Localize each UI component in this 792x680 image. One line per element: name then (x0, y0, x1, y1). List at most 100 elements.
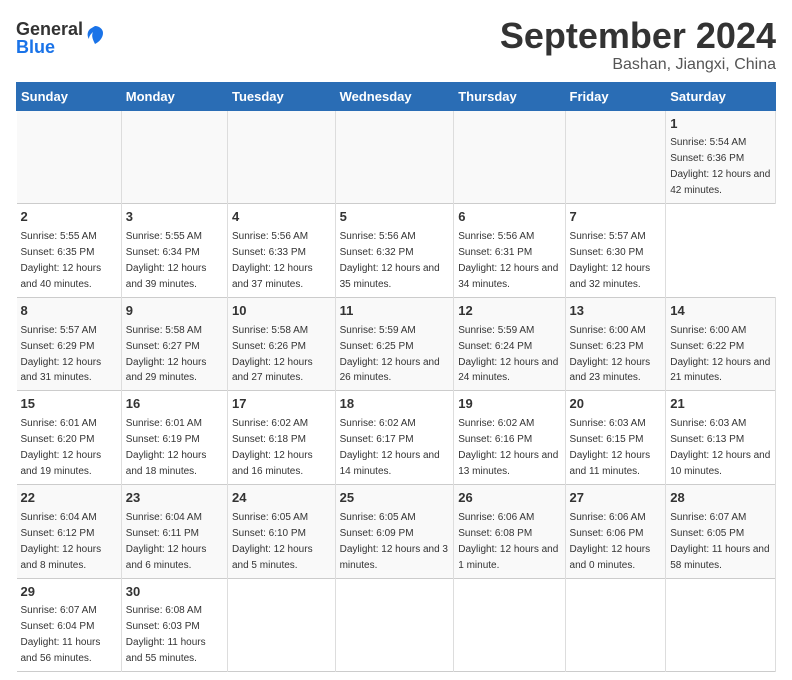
day-info: Sunrise: 6:05 AMSunset: 6:09 PMDaylight:… (340, 512, 448, 571)
day-info: Sunrise: 6:03 AMSunset: 6:15 PMDaylight:… (570, 418, 651, 477)
calendar-cell: 13 Sunrise: 6:00 AMSunset: 6:23 PMDayligh… (565, 297, 666, 391)
day-info: Sunrise: 6:04 AMSunset: 6:11 PMDaylight:… (126, 512, 207, 571)
calendar-cell: 5 Sunrise: 5:56 AMSunset: 6:32 PMDaylight… (335, 204, 454, 298)
calendar-cell: 12Sunrise: 5:59 AMSunset: 6:24 PMDayligh… (454, 297, 565, 391)
calendar-cell: 6 Sunrise: 5:56 AMSunset: 6:31 PMDaylight… (454, 204, 565, 298)
day-number: 1 (670, 115, 771, 134)
day-info: Sunrise: 6:01 AMSunset: 6:20 PMDaylight:… (21, 418, 102, 477)
col-monday: Monday (121, 82, 227, 110)
month-title: September 2024 (500, 16, 776, 56)
day-info: Sunrise: 6:01 AMSunset: 6:19 PMDaylight:… (126, 418, 207, 477)
day-info: Sunrise: 5:55 AMSunset: 6:35 PMDaylight:… (21, 231, 102, 290)
calendar-cell (227, 578, 335, 672)
calendar-cell: 29 Sunrise: 6:07 AMSunset: 6:04 PMDayligh… (17, 578, 122, 672)
calendar-cell: 2Sunrise: 5:55 AMSunset: 6:35 PMDaylight… (17, 204, 122, 298)
week-row-6: 29 Sunrise: 6:07 AMSunset: 6:04 PMDayligh… (17, 578, 776, 672)
day-info: Sunrise: 6:00 AMSunset: 6:22 PMDaylight:… (670, 325, 770, 384)
calendar-cell: 21Sunrise: 6:03 AMSunset: 6:13 PMDayligh… (666, 391, 776, 485)
calendar-cell (17, 110, 122, 204)
day-info: Sunrise: 6:07 AMSunset: 6:05 PMDaylight:… (670, 512, 769, 571)
calendar-cell: 30Sunrise: 6:08 AMSunset: 6:03 PMDayligh… (121, 578, 227, 672)
day-number: 18 (340, 395, 450, 414)
day-info: Sunrise: 6:05 AMSunset: 6:10 PMDaylight:… (232, 512, 313, 571)
calendar-cell: 7 Sunrise: 5:57 AMSunset: 6:30 PMDaylight… (565, 204, 666, 298)
calendar-cell: 16 Sunrise: 6:01 AMSunset: 6:19 PMDayligh… (121, 391, 227, 485)
day-number: 4 (232, 208, 331, 227)
calendar-cell (121, 110, 227, 204)
calendar-cell: 1 Sunrise: 5:54 AMSunset: 6:36 PMDaylight… (666, 110, 776, 204)
day-info: Sunrise: 5:56 AMSunset: 6:31 PMDaylight:… (458, 231, 558, 290)
calendar-cell: 15Sunrise: 6:01 AMSunset: 6:20 PMDayligh… (17, 391, 122, 485)
calendar-cell: 4 Sunrise: 5:56 AMSunset: 6:33 PMDaylight… (227, 204, 335, 298)
day-info: Sunrise: 5:58 AMSunset: 6:27 PMDaylight:… (126, 325, 207, 384)
day-number: 5 (340, 208, 450, 227)
day-info: Sunrise: 5:55 AMSunset: 6:34 PMDaylight:… (126, 231, 207, 290)
calendar-cell: 22 Sunrise: 6:04 AMSunset: 6:12 PMDayligh… (17, 484, 122, 578)
col-friday: Friday (565, 82, 666, 110)
week-row-3: 8Sunrise: 5:57 AMSunset: 6:29 PMDaylight… (17, 297, 776, 391)
logo: General Blue (16, 20, 105, 56)
day-number: 27 (570, 489, 662, 508)
calendar-cell (565, 578, 666, 672)
day-info: Sunrise: 5:58 AMSunset: 6:26 PMDaylight:… (232, 325, 313, 384)
day-info: Sunrise: 6:02 AMSunset: 6:18 PMDaylight:… (232, 418, 313, 477)
logo-blue: Blue (16, 38, 83, 56)
day-number: 26 (458, 489, 560, 508)
calendar-cell: 19 Sunrise: 6:02 AMSunset: 6:16 PMDayligh… (454, 391, 565, 485)
col-sunday: Sunday (17, 82, 122, 110)
calendar-cell: 11Sunrise: 5:59 AMSunset: 6:25 PMDayligh… (335, 297, 454, 391)
day-number: 13 (570, 302, 662, 321)
day-number: 30 (126, 583, 223, 602)
location: Bashan, Jiangxi, China (500, 56, 776, 74)
week-row-2: 2Sunrise: 5:55 AMSunset: 6:35 PMDaylight… (17, 204, 776, 298)
col-wednesday: Wednesday (335, 82, 454, 110)
calendar-cell: 25Sunrise: 6:05 AMSunset: 6:09 PMDayligh… (335, 484, 454, 578)
day-number: 23 (126, 489, 223, 508)
calendar-cell: 9Sunrise: 5:58 AMSunset: 6:27 PMDaylight… (121, 297, 227, 391)
day-info: Sunrise: 6:02 AMSunset: 6:16 PMDaylight:… (458, 418, 558, 477)
calendar-cell (227, 110, 335, 204)
day-number: 29 (21, 583, 117, 602)
day-info: Sunrise: 6:04 AMSunset: 6:12 PMDaylight:… (21, 512, 102, 571)
logo-general: General (16, 20, 83, 38)
day-number: 19 (458, 395, 560, 414)
day-info: Sunrise: 5:56 AMSunset: 6:33 PMDaylight:… (232, 231, 313, 290)
header: General Blue September 2024 Bashan, Jian… (16, 16, 776, 74)
day-info: Sunrise: 6:07 AMSunset: 6:04 PMDaylight:… (21, 605, 101, 664)
day-number: 7 (570, 208, 662, 227)
day-info: Sunrise: 5:54 AMSunset: 6:36 PMDaylight:… (670, 137, 770, 196)
header-row: Sunday Monday Tuesday Wednesday Thursday… (17, 82, 776, 110)
week-row-1: 1 Sunrise: 5:54 AMSunset: 6:36 PMDaylight… (17, 110, 776, 204)
logo-bird-icon (85, 24, 105, 48)
calendar-cell: 8Sunrise: 5:57 AMSunset: 6:29 PMDaylight… (17, 297, 122, 391)
day-info: Sunrise: 5:56 AMSunset: 6:32 PMDaylight:… (340, 231, 440, 290)
day-info: Sunrise: 5:57 AMSunset: 6:29 PMDaylight:… (21, 325, 102, 384)
calendar-cell: 3Sunrise: 5:55 AMSunset: 6:34 PMDaylight… (121, 204, 227, 298)
calendar-cell (565, 110, 666, 204)
calendar-cell (335, 578, 454, 672)
day-number: 6 (458, 208, 560, 227)
day-info: Sunrise: 5:57 AMSunset: 6:30 PMDaylight:… (570, 231, 651, 290)
week-row-5: 22 Sunrise: 6:04 AMSunset: 6:12 PMDayligh… (17, 484, 776, 578)
calendar-cell (335, 110, 454, 204)
calendar-cell: 28 Sunrise: 6:07 AMSunset: 6:05 PMDayligh… (666, 484, 776, 578)
day-info: Sunrise: 6:03 AMSunset: 6:13 PMDaylight:… (670, 418, 770, 477)
day-number: 16 (126, 395, 223, 414)
day-number: 17 (232, 395, 331, 414)
day-number: 11 (340, 302, 450, 321)
calendar-cell: 26Sunrise: 6:06 AMSunset: 6:08 PMDayligh… (454, 484, 565, 578)
day-info: Sunrise: 6:06 AMSunset: 6:06 PMDaylight:… (570, 512, 651, 571)
day-info: Sunrise: 6:00 AMSunset: 6:23 PMDaylight:… (570, 325, 651, 384)
calendar-cell: 10 Sunrise: 5:58 AMSunset: 6:26 PMDayligh… (227, 297, 335, 391)
calendar-cell (454, 578, 565, 672)
day-number: 10 (232, 302, 331, 321)
col-saturday: Saturday (666, 82, 776, 110)
day-number: 28 (670, 489, 771, 508)
col-thursday: Thursday (454, 82, 565, 110)
day-number: 22 (21, 489, 117, 508)
calendar-cell: 18Sunrise: 6:02 AMSunset: 6:17 PMDayligh… (335, 391, 454, 485)
calendar-cell: 24Sunrise: 6:05 AMSunset: 6:10 PMDayligh… (227, 484, 335, 578)
calendar-table: Sunday Monday Tuesday Wednesday Thursday… (16, 82, 776, 673)
logo-text: General Blue (16, 20, 83, 56)
calendar-cell (666, 578, 776, 672)
